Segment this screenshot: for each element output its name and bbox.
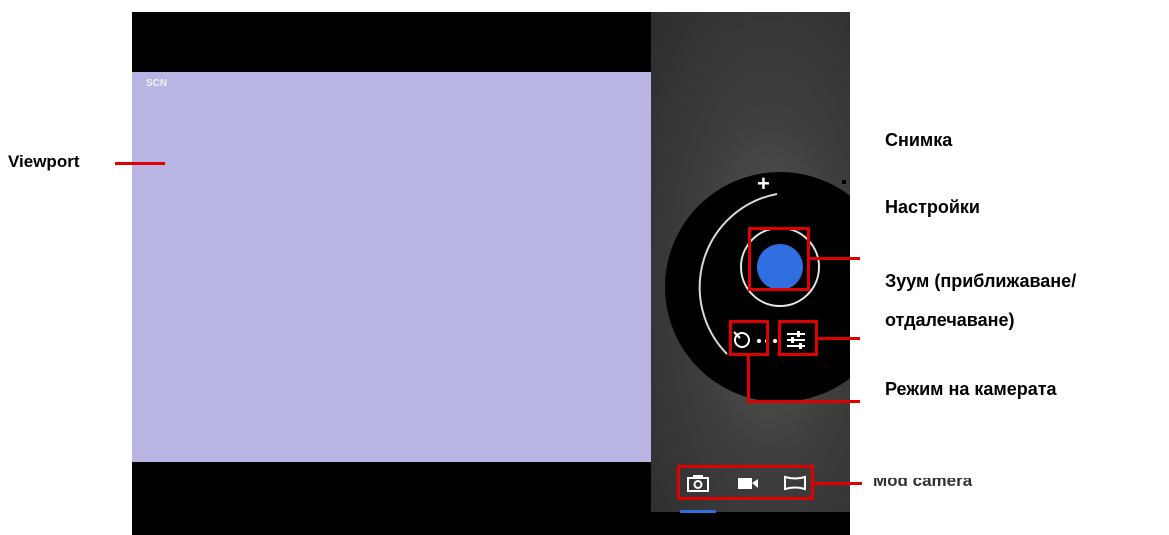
- camera-app-screen: SCN +: [132, 12, 850, 535]
- scene-mode-label[interactable]: SCN: [146, 78, 167, 89]
- mod-camera-callout-label: Mod camera: [873, 471, 973, 490]
- mode-bar-highlight-box: [677, 465, 814, 500]
- camera-viewport[interactable]: [132, 72, 651, 462]
- viewport-callout-label: Viewport: [8, 152, 80, 171]
- shutter-highlight-box: [748, 227, 810, 291]
- camera-mode-callout-line-vertical: [747, 356, 750, 402]
- viewport-callout-line: [115, 162, 165, 165]
- camera-mode-highlight-box: [729, 320, 769, 356]
- active-mode-indicator: [680, 510, 716, 513]
- settings-highlight-box: [778, 320, 818, 356]
- capture-pointer-dot: [842, 180, 846, 184]
- zoom-callout-label-line1: Зуум (приближаване/: [885, 271, 1077, 291]
- camera-mode-callout-label: Режим на камерата: [885, 379, 1057, 399]
- mode-bar-callout-line: [814, 482, 862, 485]
- zoom-in-icon[interactable]: +: [757, 173, 770, 195]
- zoom-callout-line: [810, 257, 860, 260]
- settings-callout-line: [818, 337, 860, 340]
- capture-callout-label: Снимка: [885, 130, 953, 150]
- camera-mode-callout-line-horizontal: [747, 400, 860, 403]
- settings-callout-label: Настройки: [885, 197, 980, 217]
- zoom-callout-label-line2: отдалечаване): [885, 310, 1015, 330]
